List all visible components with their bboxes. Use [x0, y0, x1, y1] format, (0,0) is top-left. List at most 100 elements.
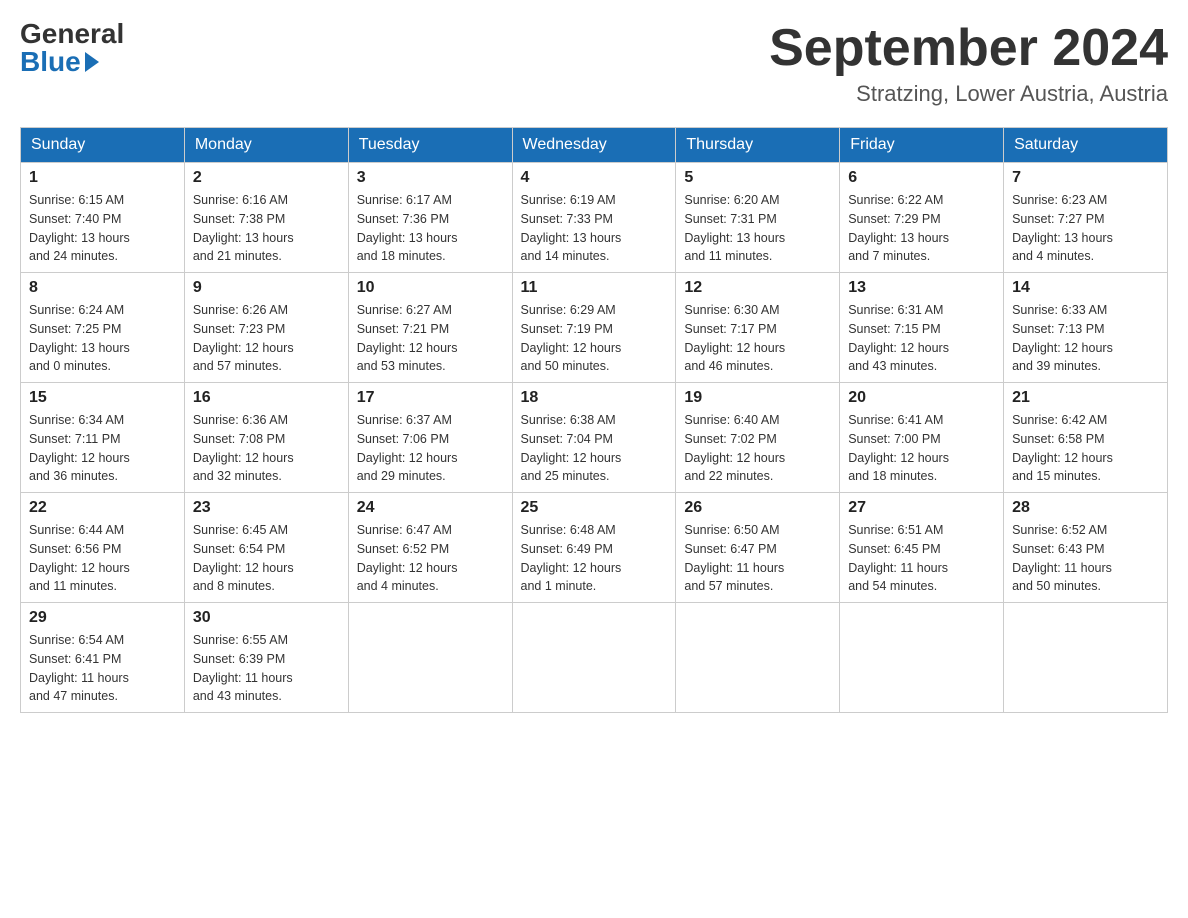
day-info: Sunrise: 6:17 AMSunset: 7:36 PMDaylight:… [357, 191, 504, 266]
day-number: 21 [1012, 389, 1159, 407]
day-info: Sunrise: 6:51 AMSunset: 6:45 PMDaylight:… [848, 521, 995, 596]
day-number: 19 [684, 389, 831, 407]
logo-general-text: General [20, 20, 124, 48]
page-header: General Blue September 2024 Stratzing, L… [20, 20, 1168, 107]
calendar-cell: 29 Sunrise: 6:54 AMSunset: 6:41 PMDaylig… [21, 603, 185, 713]
day-number: 18 [521, 389, 668, 407]
calendar-cell: 26 Sunrise: 6:50 AMSunset: 6:47 PMDaylig… [676, 493, 840, 603]
title-section: September 2024 Stratzing, Lower Austria,… [769, 20, 1168, 107]
day-info: Sunrise: 6:54 AMSunset: 6:41 PMDaylight:… [29, 631, 176, 706]
day-number: 15 [29, 389, 176, 407]
calendar-cell: 8 Sunrise: 6:24 AMSunset: 7:25 PMDayligh… [21, 273, 185, 383]
calendar-cell: 12 Sunrise: 6:30 AMSunset: 7:17 PMDaylig… [676, 273, 840, 383]
day-info: Sunrise: 6:23 AMSunset: 7:27 PMDaylight:… [1012, 191, 1159, 266]
day-info: Sunrise: 6:47 AMSunset: 6:52 PMDaylight:… [357, 521, 504, 596]
calendar-cell [840, 603, 1004, 713]
calendar-cell: 25 Sunrise: 6:48 AMSunset: 6:49 PMDaylig… [512, 493, 676, 603]
day-info: Sunrise: 6:31 AMSunset: 7:15 PMDaylight:… [848, 301, 995, 376]
calendar-cell: 13 Sunrise: 6:31 AMSunset: 7:15 PMDaylig… [840, 273, 1004, 383]
calendar-cell: 28 Sunrise: 6:52 AMSunset: 6:43 PMDaylig… [1004, 493, 1168, 603]
day-info: Sunrise: 6:37 AMSunset: 7:06 PMDaylight:… [357, 411, 504, 486]
calendar-cell [676, 603, 840, 713]
day-info: Sunrise: 6:52 AMSunset: 6:43 PMDaylight:… [1012, 521, 1159, 596]
calendar-cell: 4 Sunrise: 6:19 AMSunset: 7:33 PMDayligh… [512, 163, 676, 273]
day-info: Sunrise: 6:20 AMSunset: 7:31 PMDaylight:… [684, 191, 831, 266]
calendar-cell: 2 Sunrise: 6:16 AMSunset: 7:38 PMDayligh… [184, 163, 348, 273]
calendar-cell: 17 Sunrise: 6:37 AMSunset: 7:06 PMDaylig… [348, 383, 512, 493]
day-number: 24 [357, 499, 504, 517]
calendar-cell: 7 Sunrise: 6:23 AMSunset: 7:27 PMDayligh… [1004, 163, 1168, 273]
day-number: 27 [848, 499, 995, 517]
calendar-cell: 19 Sunrise: 6:40 AMSunset: 7:02 PMDaylig… [676, 383, 840, 493]
calendar-header-row: Sunday Monday Tuesday Wednesday Thursday… [21, 128, 1168, 163]
calendar-cell: 24 Sunrise: 6:47 AMSunset: 6:52 PMDaylig… [348, 493, 512, 603]
day-number: 14 [1012, 279, 1159, 297]
logo-triangle-icon [85, 52, 99, 72]
day-info: Sunrise: 6:44 AMSunset: 6:56 PMDaylight:… [29, 521, 176, 596]
day-number: 28 [1012, 499, 1159, 517]
calendar-cell: 20 Sunrise: 6:41 AMSunset: 7:00 PMDaylig… [840, 383, 1004, 493]
header-monday: Monday [184, 128, 348, 163]
day-number: 29 [29, 609, 176, 627]
week-row-5: 29 Sunrise: 6:54 AMSunset: 6:41 PMDaylig… [21, 603, 1168, 713]
calendar-cell: 5 Sunrise: 6:20 AMSunset: 7:31 PMDayligh… [676, 163, 840, 273]
header-saturday: Saturday [1004, 128, 1168, 163]
day-number: 16 [193, 389, 340, 407]
day-info: Sunrise: 6:42 AMSunset: 6:58 PMDaylight:… [1012, 411, 1159, 486]
header-sunday: Sunday [21, 128, 185, 163]
day-number: 6 [848, 169, 995, 187]
calendar-cell: 23 Sunrise: 6:45 AMSunset: 6:54 PMDaylig… [184, 493, 348, 603]
calendar-cell: 21 Sunrise: 6:42 AMSunset: 6:58 PMDaylig… [1004, 383, 1168, 493]
calendar-cell: 14 Sunrise: 6:33 AMSunset: 7:13 PMDaylig… [1004, 273, 1168, 383]
calendar-cell: 6 Sunrise: 6:22 AMSunset: 7:29 PMDayligh… [840, 163, 1004, 273]
calendar-cell [1004, 603, 1168, 713]
calendar-cell [512, 603, 676, 713]
calendar-cell: 10 Sunrise: 6:27 AMSunset: 7:21 PMDaylig… [348, 273, 512, 383]
day-info: Sunrise: 6:19 AMSunset: 7:33 PMDaylight:… [521, 191, 668, 266]
day-info: Sunrise: 6:40 AMSunset: 7:02 PMDaylight:… [684, 411, 831, 486]
location-text: Stratzing, Lower Austria, Austria [769, 81, 1168, 107]
day-number: 23 [193, 499, 340, 517]
header-thursday: Thursday [676, 128, 840, 163]
week-row-2: 8 Sunrise: 6:24 AMSunset: 7:25 PMDayligh… [21, 273, 1168, 383]
calendar-table: Sunday Monday Tuesday Wednesday Thursday… [20, 127, 1168, 713]
week-row-4: 22 Sunrise: 6:44 AMSunset: 6:56 PMDaylig… [21, 493, 1168, 603]
header-wednesday: Wednesday [512, 128, 676, 163]
day-info: Sunrise: 6:33 AMSunset: 7:13 PMDaylight:… [1012, 301, 1159, 376]
day-info: Sunrise: 6:36 AMSunset: 7:08 PMDaylight:… [193, 411, 340, 486]
day-info: Sunrise: 6:26 AMSunset: 7:23 PMDaylight:… [193, 301, 340, 376]
day-number: 30 [193, 609, 340, 627]
calendar-cell: 16 Sunrise: 6:36 AMSunset: 7:08 PMDaylig… [184, 383, 348, 493]
header-friday: Friday [840, 128, 1004, 163]
day-info: Sunrise: 6:24 AMSunset: 7:25 PMDaylight:… [29, 301, 176, 376]
day-info: Sunrise: 6:16 AMSunset: 7:38 PMDaylight:… [193, 191, 340, 266]
day-info: Sunrise: 6:34 AMSunset: 7:11 PMDaylight:… [29, 411, 176, 486]
day-info: Sunrise: 6:22 AMSunset: 7:29 PMDaylight:… [848, 191, 995, 266]
day-number: 17 [357, 389, 504, 407]
day-number: 22 [29, 499, 176, 517]
day-number: 10 [357, 279, 504, 297]
calendar-cell [348, 603, 512, 713]
calendar-cell: 27 Sunrise: 6:51 AMSunset: 6:45 PMDaylig… [840, 493, 1004, 603]
calendar-cell: 18 Sunrise: 6:38 AMSunset: 7:04 PMDaylig… [512, 383, 676, 493]
day-number: 20 [848, 389, 995, 407]
day-number: 2 [193, 169, 340, 187]
calendar-cell: 3 Sunrise: 6:17 AMSunset: 7:36 PMDayligh… [348, 163, 512, 273]
day-number: 5 [684, 169, 831, 187]
day-number: 4 [521, 169, 668, 187]
calendar-cell: 9 Sunrise: 6:26 AMSunset: 7:23 PMDayligh… [184, 273, 348, 383]
day-number: 25 [521, 499, 668, 517]
day-info: Sunrise: 6:41 AMSunset: 7:00 PMDaylight:… [848, 411, 995, 486]
day-number: 8 [29, 279, 176, 297]
calendar-cell: 22 Sunrise: 6:44 AMSunset: 6:56 PMDaylig… [21, 493, 185, 603]
day-number: 1 [29, 169, 176, 187]
day-info: Sunrise: 6:15 AMSunset: 7:40 PMDaylight:… [29, 191, 176, 266]
header-tuesday: Tuesday [348, 128, 512, 163]
calendar-cell: 30 Sunrise: 6:55 AMSunset: 6:39 PMDaylig… [184, 603, 348, 713]
month-title: September 2024 [769, 20, 1168, 77]
day-info: Sunrise: 6:38 AMSunset: 7:04 PMDaylight:… [521, 411, 668, 486]
day-info: Sunrise: 6:48 AMSunset: 6:49 PMDaylight:… [521, 521, 668, 596]
week-row-3: 15 Sunrise: 6:34 AMSunset: 7:11 PMDaylig… [21, 383, 1168, 493]
logo: General Blue [20, 20, 124, 76]
day-number: 13 [848, 279, 995, 297]
